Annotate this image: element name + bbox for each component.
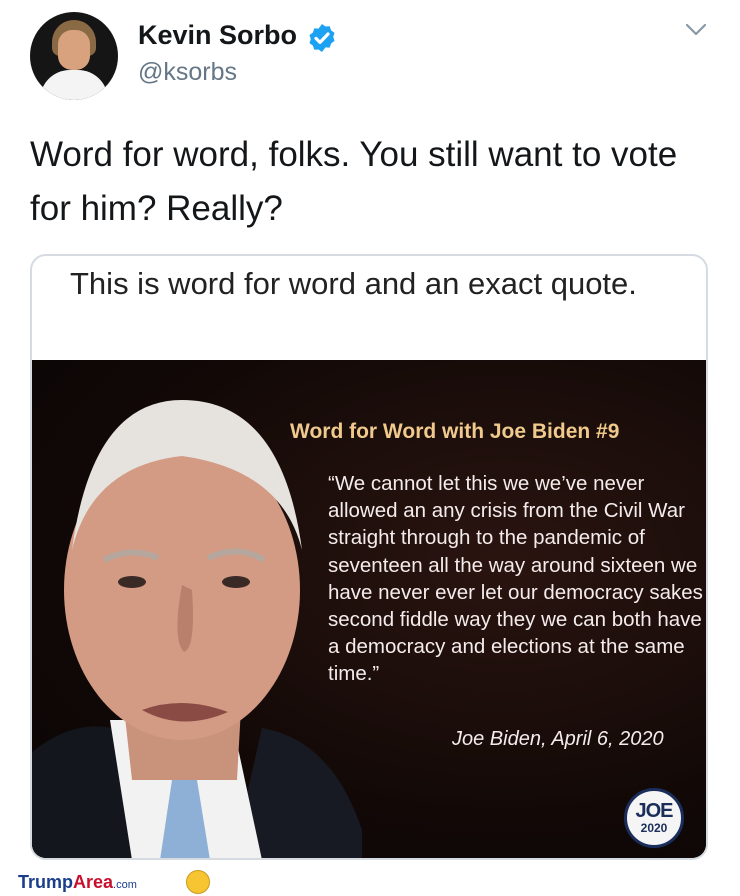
meme-attribution: Joe Biden, April 6, 2020: [452, 728, 664, 750]
watermark-part2: Area: [73, 872, 114, 892]
logo-bottom: 2020: [640, 821, 668, 835]
meme-quote: “We cannot let this we we’ve never allow…: [328, 472, 703, 686]
watermark-icon: [186, 870, 210, 894]
watermark: TrumpArea.com: [18, 872, 137, 893]
display-name[interactable]: Kevin Sorbo: [138, 20, 297, 51]
avatar-face: [58, 30, 90, 70]
verified-badge-icon: [309, 24, 335, 52]
card-caption: This is word for word and an exact quote…: [70, 266, 637, 301]
tweet-avatar[interactable]: [30, 12, 118, 100]
eye-left: [118, 576, 146, 588]
embedded-media-card[interactable]: This is word for word and an exact quote…: [30, 254, 708, 860]
watermark-part1: Trump: [18, 872, 74, 892]
eye-right: [222, 576, 250, 588]
logo-top: JOE: [635, 800, 673, 822]
user-handle[interactable]: @ksorbs: [138, 58, 237, 87]
campaign-logo: JOE 2020: [624, 788, 684, 848]
tweet-text: Word for word, folks. You still want to …: [30, 135, 678, 228]
chevron-down-icon[interactable]: [684, 22, 708, 38]
meme-title: Word for Word with Joe Biden #9: [290, 420, 620, 443]
watermark-part3: .com: [113, 879, 137, 891]
meme-image[interactable]: Word for Word with Joe Biden #9 “We cann…: [32, 360, 706, 858]
avatar-shirt: [40, 70, 108, 100]
